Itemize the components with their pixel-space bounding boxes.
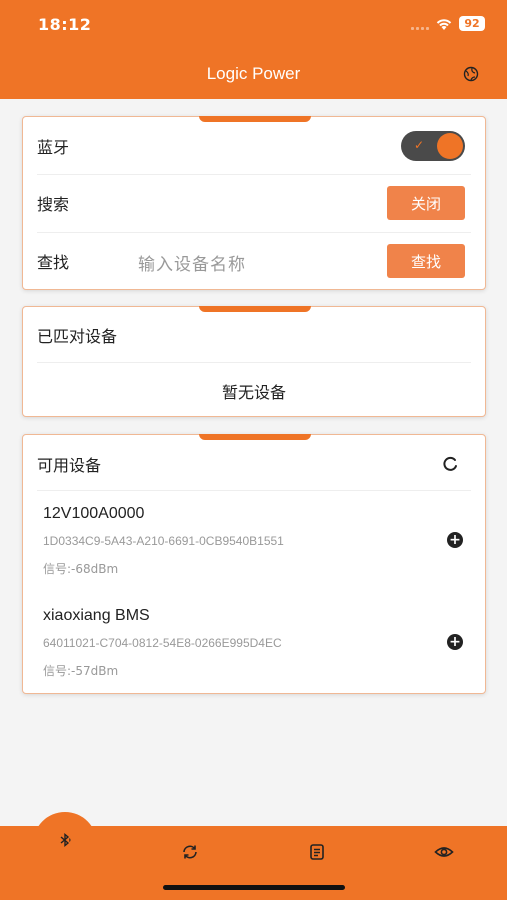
search-stop-button[interactable]: 关闭 [387, 186, 465, 220]
refresh-icon[interactable] [441, 455, 459, 473]
divider [37, 490, 471, 491]
card-notch [199, 306, 311, 312]
card-notch [199, 116, 311, 122]
no-devices-text: 暂无设备 [221, 383, 286, 402]
status-bar: 18:12 92 [0, 0, 507, 52]
available-devices-card: 可用设备 12V100A0000 1D0334C9-5A43-A210-6691… [22, 434, 486, 694]
tab-monitor[interactable] [432, 840, 456, 864]
device-uuid: 1D0334C9-5A43-A210-6691-0CB9540B1551 [43, 534, 284, 548]
tab-records[interactable] [305, 840, 329, 864]
sync-icon [183, 845, 197, 859]
tab-sync[interactable] [178, 840, 202, 864]
wifi-icon [436, 18, 452, 30]
card-notch [199, 434, 311, 440]
document-icon [310, 844, 324, 860]
paired-devices-card: 已匹对设备 暂无设备 [22, 306, 486, 417]
device-name: 12V100A0000 [43, 505, 145, 522]
signal-icon [411, 18, 429, 30]
app-header: 18:12 92 Logic Power [0, 0, 507, 99]
find-button[interactable]: 查找 [387, 244, 465, 278]
device-uuid: 64011021-C704-0812-54E8-0266E995D4EC [43, 636, 282, 650]
status-time: 18:12 [38, 15, 92, 34]
divider [37, 232, 471, 233]
check-icon: ✓ [414, 138, 425, 152]
device-name-input[interactable]: 输入设备名称 [138, 250, 246, 275]
available-devices-title: 可用设备 [37, 456, 102, 475]
status-icons: 92 [411, 16, 485, 31]
toggle-knob [437, 133, 463, 159]
device-name: xiaoxiang BMS [43, 607, 150, 624]
device-signal: 信号:-57dBm [43, 664, 119, 678]
device-signal: 信号:-68dBm [43, 562, 119, 576]
paired-title-row: 已匹对设备 [37, 323, 471, 347]
available-title-row: 可用设备 [37, 452, 471, 476]
add-device-icon[interactable]: + [447, 532, 463, 548]
divider [37, 174, 471, 175]
tab-bluetooth[interactable] [53, 828, 77, 852]
bluetooth-label: 蓝牙 [37, 138, 70, 157]
bluetooth-card: 蓝牙 ✓ 搜索 关闭 查找 输入设备名称 查找 [22, 116, 486, 290]
find-label: 查找 [37, 253, 70, 272]
page-title: Logic Power [206, 64, 301, 83]
eye-icon [434, 847, 454, 857]
bluetooth-icon [60, 833, 71, 847]
battery-indicator: 92 [459, 16, 485, 31]
add-device-icon[interactable]: + [447, 634, 463, 650]
divider [37, 362, 471, 363]
search-label: 搜索 [37, 195, 70, 214]
globe-icon[interactable] [463, 66, 479, 82]
paired-devices-title: 已匹对设备 [37, 327, 118, 346]
bluetooth-toggle[interactable]: ✓ [401, 131, 465, 161]
home-indicator [163, 885, 345, 890]
